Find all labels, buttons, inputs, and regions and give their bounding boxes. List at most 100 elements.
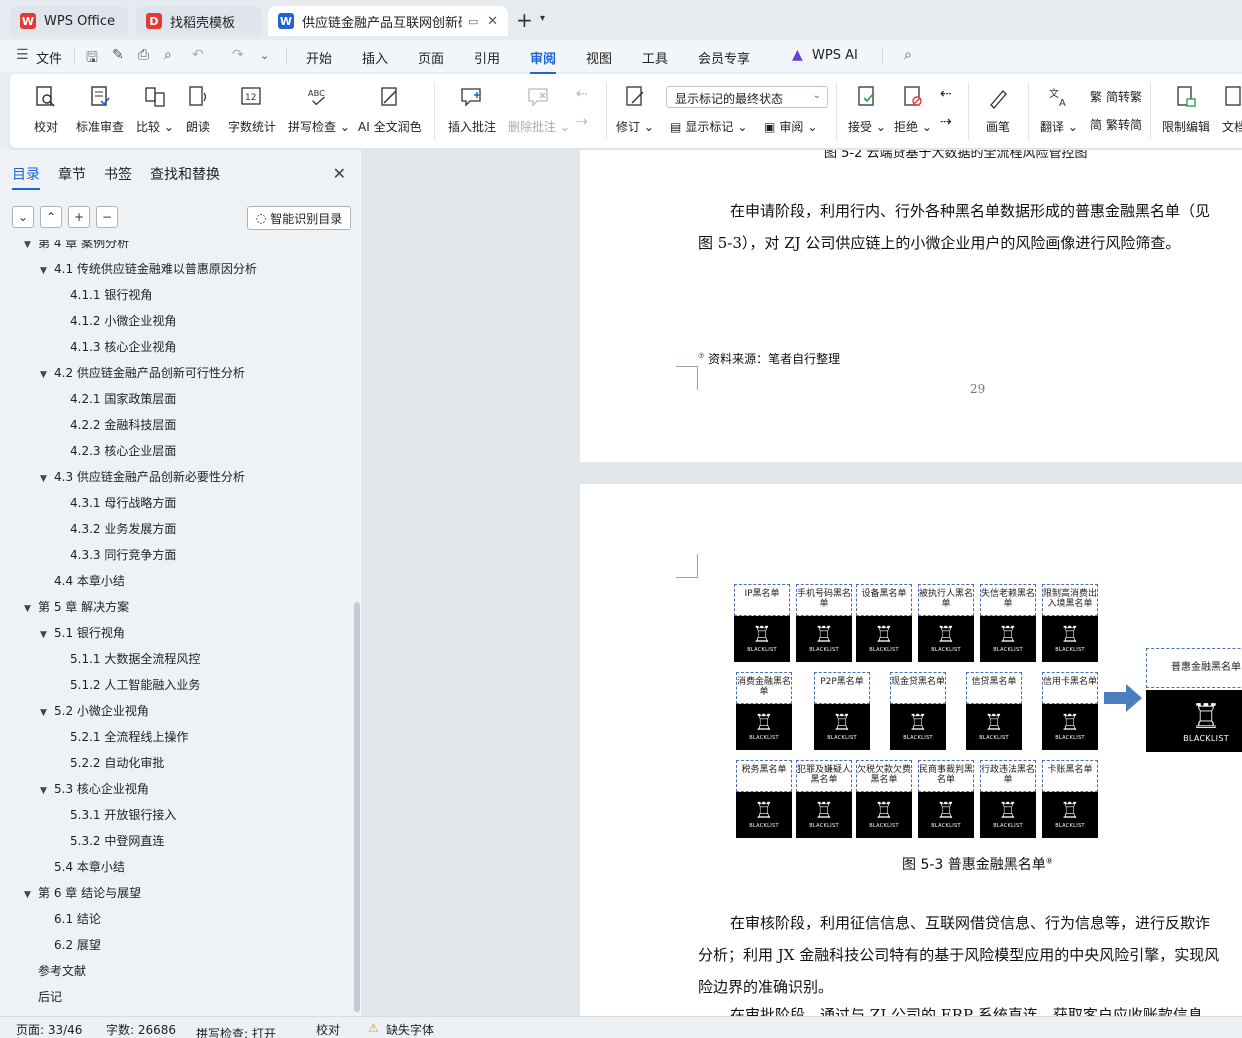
traditional-to-simplified-button[interactable]: 简繁转简 [1090, 116, 1142, 133]
toc-item[interactable]: 4.1.1 银行视角 [70, 286, 152, 303]
toc-scrollbar[interactable] [354, 602, 360, 1012]
toc-item[interactable]: 5.2.1 全流程线上操作 [70, 728, 188, 745]
toc-item[interactable]: 4.1.2 小微企业视角 [70, 312, 176, 329]
add-icon[interactable]: + [68, 206, 90, 228]
save-icon[interactable]: 🖫 [86, 47, 98, 71]
menu-wps-ai[interactable]: WPS AI [812, 48, 858, 63]
toc-item[interactable]: 后记 [24, 988, 62, 1005]
toc-item[interactable]: ▼ 4.3 供应链金融产品创新必要性分析 [40, 468, 245, 485]
page-indicator[interactable]: 页面: 33/46 [16, 1021, 82, 1038]
toc-item[interactable]: 5.1.2 人工智能融入业务 [70, 676, 200, 693]
brush-button[interactable]: 画笔 [986, 84, 1010, 135]
insert-comment-button[interactable]: 插入批注 [448, 84, 496, 135]
toc-item[interactable]: 6.2 展望 [40, 936, 101, 953]
expand-arrow-icon[interactable]: ▼ [24, 890, 38, 900]
remove-icon[interactable]: − [96, 206, 118, 228]
menu-review[interactable]: 审阅 [530, 48, 557, 74]
menu-view[interactable]: 视图 [586, 48, 612, 67]
print-icon[interactable]: ⎙ [138, 47, 149, 63]
tab-bookmarks[interactable]: 书签 [104, 164, 132, 190]
next-change-icon[interactable]: ⇢ [940, 114, 952, 130]
word-count-button[interactable]: 12 字数统计 [228, 84, 276, 135]
track-changes-button[interactable]: 修订 ⌄ [616, 84, 654, 135]
word-count[interactable]: 字数: 26686 [106, 1021, 176, 1038]
toc-item[interactable]: ▼ 5.1 银行视角 [40, 624, 125, 641]
standard-review-button[interactable]: 标准审查 [76, 84, 124, 135]
menu-page[interactable]: 页面 [418, 48, 444, 67]
ai-polish-button[interactable]: AI 全文润色 [358, 84, 422, 135]
toc-item[interactable]: 4.4 本章小结 [40, 572, 125, 589]
menu-member[interactable]: 会员专享 [698, 48, 750, 67]
print-preview-icon[interactable]: ⌕ [164, 47, 172, 63]
expand-arrow-icon[interactable]: ▼ [40, 630, 54, 640]
proofread-button[interactable]: 校对 [34, 84, 58, 135]
smart-toc-button[interactable]: ◌ 智能识别目录 [247, 206, 351, 230]
wps-ai-icon[interactable]: ▲ [792, 47, 803, 63]
toc-item[interactable]: 5.1.1 大数据全流程风控 [70, 650, 200, 667]
toc-item[interactable]: 4.2.2 金融科技层面 [70, 416, 176, 433]
toc-item[interactable]: 5.2.2 自动化审批 [70, 754, 164, 771]
previous-change-icon[interactable]: ⇠ [940, 86, 952, 102]
toc-item[interactable]: ▼ 第 4 章 案例分析 [24, 240, 129, 251]
toc-item[interactable]: ▼ 5.2 小微企业视角 [40, 702, 149, 719]
close-tab-icon[interactable]: ✕ [487, 14, 498, 29]
toc-item[interactable]: 4.2.3 核心企业层面 [70, 442, 176, 459]
toc-item[interactable]: 4.3.1 母行战略方面 [70, 494, 176, 511]
reject-button[interactable]: 拒绝 ⌄ [894, 84, 932, 135]
review-pane-button[interactable]: ▣ 审阅 ⌄ [764, 118, 817, 135]
menu-start[interactable]: 开始 [306, 48, 332, 67]
undo-icon[interactable]: ↶ [192, 47, 204, 63]
toc-item[interactable]: 5.3.2 中登网直连 [70, 832, 164, 849]
document-button[interactable]: 文档 [1222, 84, 1242, 135]
markup-state-select[interactable]: 显示标记的最终状态 ⌄ [666, 86, 828, 108]
tab-find-replace[interactable]: 查找和替换 [150, 164, 220, 190]
expand-arrow-icon[interactable]: ▼ [24, 240, 38, 250]
redo-icon[interactable]: ↷ [232, 47, 244, 63]
chevron-down-icon[interactable]: ▾ [540, 13, 545, 24]
toc-item[interactable]: 4.3.2 业务发展方面 [70, 520, 176, 537]
accept-button[interactable]: 接受 ⌄ [848, 84, 886, 135]
tab-document[interactable]: W 供应链金融产品互联网创新研究 ▭ ✕ [268, 6, 508, 36]
monitor-icon[interactable]: ▭ [468, 15, 478, 28]
restrict-editing-button[interactable]: 限制编辑 [1162, 84, 1210, 135]
menu-file[interactable]: 文件 [36, 48, 62, 67]
search-icon[interactable]: ⌕ [904, 47, 912, 63]
show-markup-button[interactable]: ▤ 显示标记 ⌄ [670, 118, 747, 135]
proofread-status[interactable]: 校对 [316, 1021, 340, 1038]
spell-check-button[interactable]: ABC 拼写检查 ⌄ [288, 84, 350, 135]
collapse-up-icon[interactable]: ⌃ [40, 206, 62, 228]
tab-docer[interactable]: D 找稻壳模板 [136, 6, 262, 36]
tab-wps-office[interactable]: W WPS Office [10, 6, 128, 36]
toc-item[interactable]: ▼ 4.1 传统供应链金融难以普惠原因分析 [40, 260, 257, 277]
toc-item[interactable]: 4.1.3 核心企业视角 [70, 338, 176, 355]
menu-insert[interactable]: 插入 [362, 48, 388, 67]
missing-font-status[interactable]: 缺失字体 [386, 1021, 434, 1038]
expand-down-icon[interactable]: ⌄ [12, 206, 34, 228]
new-tab-icon[interactable]: + [516, 8, 533, 32]
hamburger-icon[interactable]: ☰ [16, 47, 29, 63]
expand-arrow-icon[interactable]: ▼ [40, 708, 54, 718]
toc-item[interactable]: 6.1 结论 [40, 910, 101, 927]
spell-check-status[interactable]: 拼写检查: 打开 ⌄ [196, 1021, 276, 1038]
menu-tools[interactable]: 工具 [642, 48, 668, 67]
toc-item[interactable]: ▼ 第 6 章 结论与展望 [24, 884, 141, 901]
translate-button[interactable]: 文A 翻译 ⌄ [1040, 84, 1078, 135]
expand-arrow-icon[interactable]: ▼ [40, 370, 54, 380]
expand-arrow-icon[interactable]: ▼ [40, 474, 54, 484]
compare-button[interactable]: 比较 ⌄ [136, 84, 174, 135]
toc-item[interactable]: 5.4 本章小结 [40, 858, 125, 875]
pen-icon[interactable]: ✎ [112, 47, 124, 63]
tab-toc[interactable]: 目录 [12, 164, 40, 190]
chevron-down-icon[interactable]: ⌄ [260, 49, 269, 62]
menu-reference[interactable]: 引用 [474, 48, 500, 67]
close-icon[interactable]: ✕ [333, 164, 346, 183]
tab-chapters[interactable]: 章节 [58, 164, 86, 190]
toc-item[interactable]: ▼ 第 5 章 解决方案 [24, 598, 129, 615]
toc-item[interactable]: 4.3.3 同行竞争方面 [70, 546, 176, 563]
expand-arrow-icon[interactable]: ▼ [40, 266, 54, 276]
toc-item[interactable]: ▼ 5.3 核心企业视角 [40, 780, 149, 797]
toc-item[interactable]: 参考文献 [24, 962, 86, 979]
read-aloud-button[interactable]: 朗读 [186, 84, 210, 135]
previous-comment-icon[interactable]: ⇠ [576, 86, 588, 102]
toc-item[interactable]: 4.2.1 国家政策层面 [70, 390, 176, 407]
